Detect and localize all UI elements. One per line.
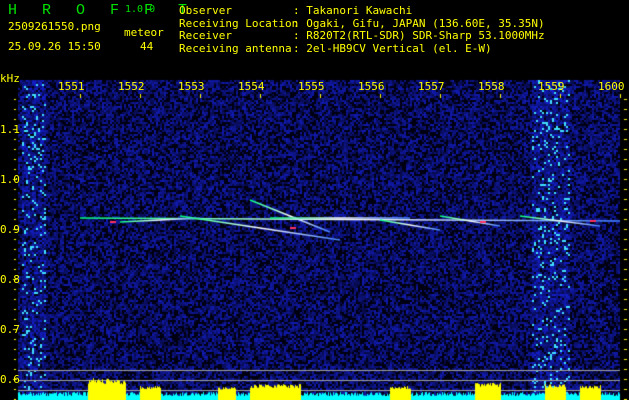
meteor-label: meteor xyxy=(124,26,164,39)
info-value: : R820T2(RTL-SDR) SDR-Sharp 53.1000MHz xyxy=(293,29,545,42)
info-value: : Takanori Kawachi xyxy=(293,4,413,17)
x-tick-label: 1555 xyxy=(298,80,325,93)
unit-label: kHz xyxy=(0,72,20,85)
info-value: : Ogaki, Gifu, JAPAN (136.60E, 35.35N) xyxy=(293,16,545,30)
x-tick-label: 1552 xyxy=(118,80,145,93)
y-tick-label: 0.6 xyxy=(0,373,20,386)
meteor-count: 44 xyxy=(140,40,154,53)
info-label: Receiving Location xyxy=(179,16,299,30)
info-value: : 2el-HB9CV Vertical (el. E-W) xyxy=(293,41,492,55)
x-tick-label: 1557 xyxy=(418,80,445,93)
x-tick-label: 1556 xyxy=(358,80,385,93)
x-tick-label: 1558 xyxy=(478,80,505,93)
info-label: Observer xyxy=(179,4,232,17)
x-tick-label: 1600 xyxy=(598,80,625,93)
y-tick-label: 0.9 xyxy=(0,223,20,236)
datetime: 25.09.26 15:50 xyxy=(8,40,101,53)
app-title: H R O F F T xyxy=(8,2,196,19)
hrofft-window: H R O F F T 1.0.0 2509261550.png 25.09.2… xyxy=(0,0,629,400)
x-tick-label: 1554 xyxy=(238,80,265,93)
info-label: Receiver xyxy=(179,29,232,42)
x-tick-label: 1559 xyxy=(538,80,565,93)
y-tick-label: 0.7 xyxy=(0,323,20,336)
info-label: Receiving antenna xyxy=(179,41,292,55)
app-version: 1.0.0 xyxy=(125,4,156,15)
x-tick-label: 1553 xyxy=(178,80,205,93)
spectrogram xyxy=(0,0,629,400)
filename: 2509261550.png xyxy=(8,20,101,33)
y-tick-label: 1.1 xyxy=(0,123,20,136)
y-tick-label: 1.0 xyxy=(0,173,20,186)
x-tick-label: 1551 xyxy=(58,80,85,93)
y-tick-label: 0.8 xyxy=(0,273,20,286)
